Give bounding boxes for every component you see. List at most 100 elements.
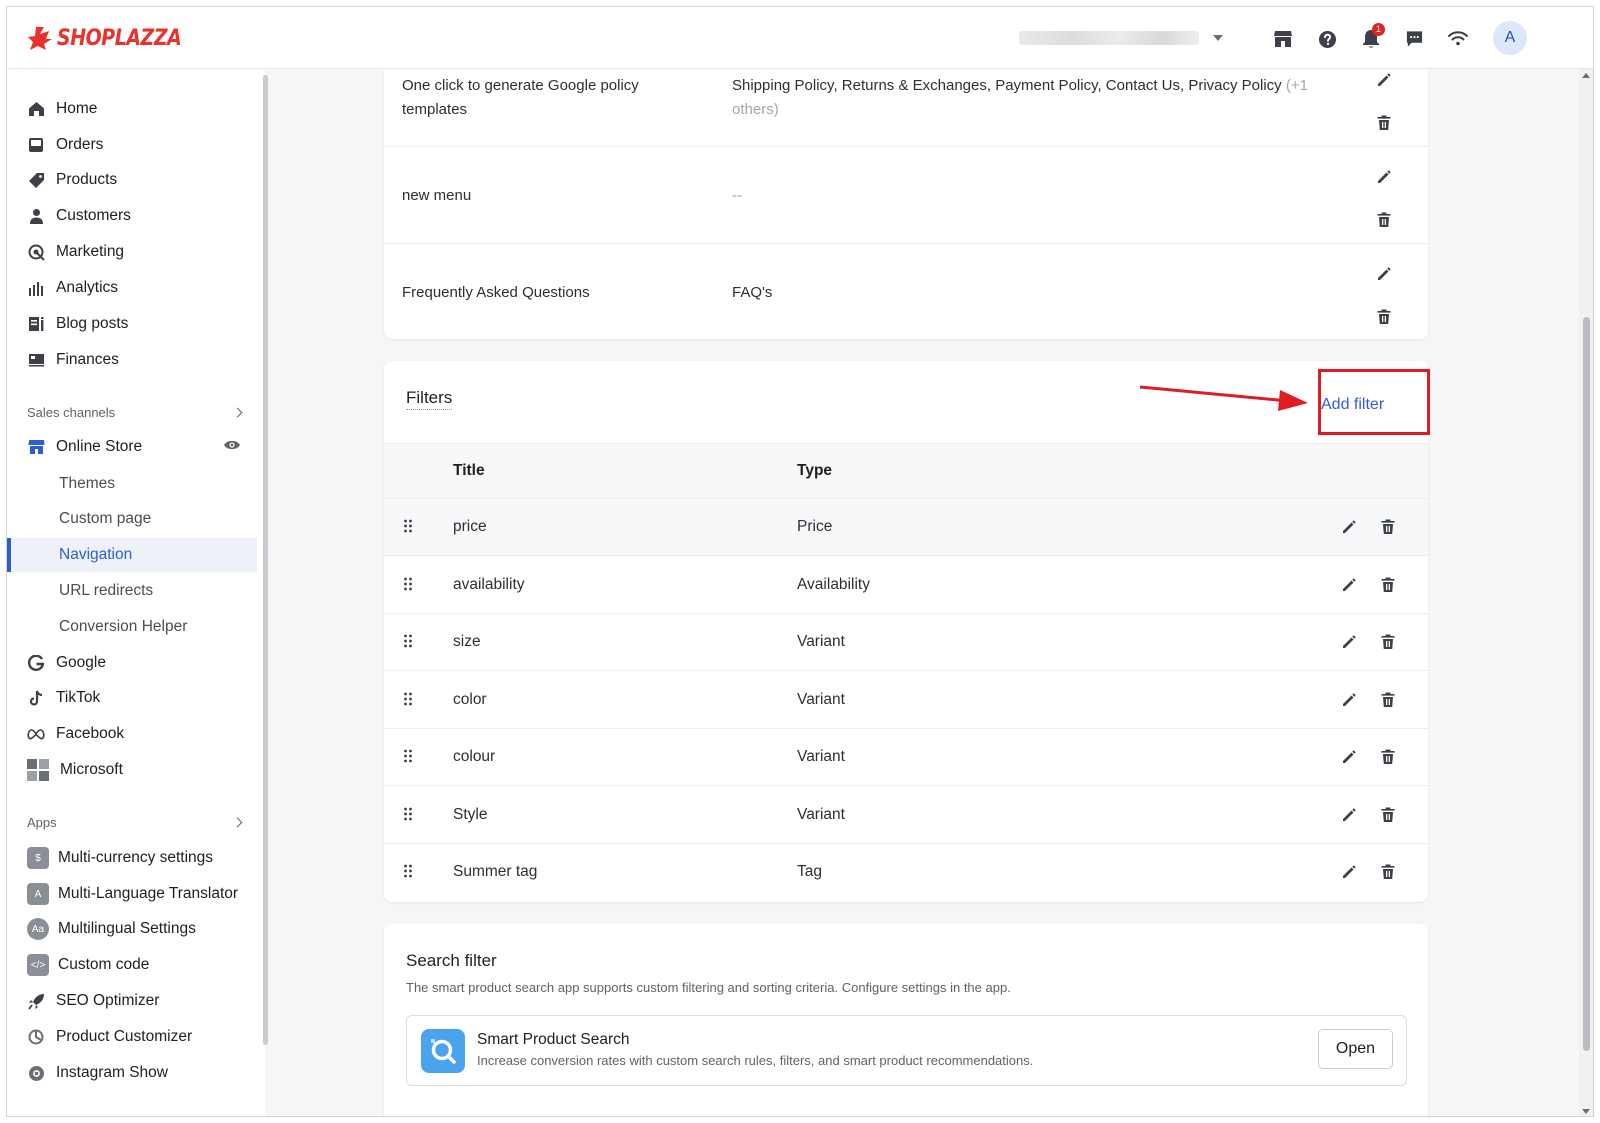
sidebar-app-multilingual[interactable]: Aa Multilingual Settings bbox=[7, 912, 257, 946]
sidebar-item-label: Facebook bbox=[56, 725, 125, 742]
sidebar-item-label: Online Store bbox=[56, 438, 143, 455]
trash-icon[interactable] bbox=[1380, 633, 1396, 655]
store-selector[interactable] bbox=[1019, 30, 1234, 46]
menu-row-actions bbox=[1376, 266, 1392, 330]
menu-row[interactable]: Frequently Asked Questions FAQ's bbox=[384, 244, 1428, 339]
sidebar-item-finances[interactable]: Finances bbox=[7, 343, 257, 377]
edit-icon[interactable] bbox=[1376, 72, 1392, 93]
sales-channels-header[interactable]: Sales channels bbox=[27, 405, 245, 420]
menu-items-list: Shipping Policy, Returns & Exchanges, Pa… bbox=[732, 77, 1282, 94]
chevron-right-icon bbox=[232, 407, 243, 418]
sidebar-item-tiktok[interactable]: TikTok bbox=[7, 681, 257, 715]
filter-row[interactable]: availability Availability bbox=[384, 557, 1428, 614]
sidebar-item-blog-posts[interactable]: Blog posts bbox=[7, 307, 257, 341]
edit-icon[interactable] bbox=[1376, 169, 1392, 190]
drag-handle-icon[interactable] bbox=[403, 577, 415, 593]
menu-row[interactable]: One click to generate Google policy temp… bbox=[384, 69, 1428, 147]
edit-icon[interactable] bbox=[1341, 519, 1357, 540]
sidebar-item-label: Google bbox=[56, 654, 106, 671]
menu-row[interactable]: new menu -- bbox=[384, 147, 1428, 244]
wifi-icon[interactable] bbox=[1447, 28, 1469, 50]
edit-icon[interactable] bbox=[1341, 692, 1357, 713]
filters-table-body: price Price availability Availability size Va… bbox=[384, 499, 1428, 902]
sidebar-app-translator[interactable]: A Multi-Language Translator bbox=[7, 877, 257, 911]
trash-icon[interactable] bbox=[1380, 691, 1396, 713]
sidebar-item-label: Custom code bbox=[58, 956, 150, 973]
apps-header[interactable]: Apps bbox=[27, 815, 245, 830]
shoplazza-logo[interactable]: SHOPLAZZA bbox=[27, 25, 202, 51]
sidebar-item-analytics[interactable]: Analytics bbox=[7, 271, 257, 305]
inbox-icon bbox=[27, 136, 45, 154]
filter-row[interactable]: Style Variant bbox=[384, 787, 1428, 844]
scroll-down-arrow[interactable] bbox=[1582, 1109, 1590, 1114]
sidebar-app-seo-optimizer[interactable]: SEO Optimizer bbox=[7, 984, 257, 1018]
edit-icon[interactable] bbox=[1341, 577, 1357, 598]
sidebar-item-facebook[interactable]: Facebook bbox=[7, 717, 257, 751]
search-filter-card: Search filter The smart product search a… bbox=[384, 924, 1428, 1116]
help-icon[interactable] bbox=[1316, 28, 1338, 50]
trash-icon[interactable] bbox=[1376, 114, 1392, 136]
sidebar-item-home[interactable]: Home bbox=[7, 92, 257, 126]
sidebar-app-product-customizer[interactable]: Product Customizer bbox=[7, 1020, 257, 1054]
store-icon[interactable] bbox=[1272, 28, 1294, 50]
add-filter-button[interactable]: Add filter bbox=[1321, 396, 1384, 414]
trash-icon[interactable] bbox=[1380, 863, 1396, 885]
sidebar-item-marketing[interactable]: Marketing bbox=[7, 235, 257, 269]
main-scrollbar[interactable] bbox=[1579, 69, 1593, 1116]
drag-handle-icon[interactable] bbox=[403, 634, 415, 650]
trash-icon[interactable] bbox=[1376, 211, 1392, 233]
chevron-down-icon bbox=[1213, 35, 1223, 41]
instagram-icon bbox=[27, 1064, 45, 1082]
sidebar-subitem-themes[interactable]: Themes bbox=[7, 467, 257, 501]
trash-icon[interactable] bbox=[1380, 576, 1396, 598]
sidebar-item-google[interactable]: Google bbox=[7, 646, 257, 680]
sidebar-item-label: TikTok bbox=[56, 689, 101, 706]
code-app-icon: </> bbox=[27, 954, 49, 976]
drag-handle-icon[interactable] bbox=[403, 692, 415, 708]
filter-row[interactable]: Summer tag Tag bbox=[384, 844, 1428, 901]
filter-title: color bbox=[453, 690, 487, 708]
bell-icon[interactable]: 1 bbox=[1360, 23, 1385, 50]
sidebar-app-multi-currency[interactable]: $ Multi-currency settings bbox=[7, 841, 257, 875]
translator-app-icon: A bbox=[27, 883, 49, 905]
scroll-up-arrow[interactable] bbox=[1582, 73, 1590, 78]
sidebar-app-instagram-show[interactable]: Instagram Show bbox=[7, 1056, 257, 1090]
drag-handle-icon[interactable] bbox=[403, 864, 415, 880]
sidebar-item-customers[interactable]: Customers bbox=[7, 199, 257, 233]
edit-icon[interactable] bbox=[1341, 807, 1357, 828]
filter-row[interactable]: price Price bbox=[384, 499, 1428, 556]
sidebar-item-orders[interactable]: Orders bbox=[7, 128, 257, 162]
drag-handle-icon[interactable] bbox=[403, 519, 415, 535]
trash-icon[interactable] bbox=[1376, 308, 1392, 330]
scrollbar-thumb[interactable] bbox=[1583, 317, 1590, 1051]
sidebar-item-online-store[interactable]: Online Store bbox=[7, 430, 257, 464]
sidebar-subitem-conversion-helper[interactable]: Conversion Helper bbox=[7, 610, 257, 644]
edit-icon[interactable] bbox=[1341, 634, 1357, 655]
customizer-icon bbox=[27, 1028, 45, 1046]
sidebar-scrollbar[interactable] bbox=[263, 75, 268, 1045]
filter-row[interactable]: color Variant bbox=[384, 672, 1428, 729]
meta-icon bbox=[27, 725, 45, 743]
filter-row[interactable]: colour Variant bbox=[384, 729, 1428, 786]
smart-product-search-app: Smart Product Search Increase conversion… bbox=[406, 1015, 1407, 1086]
eye-icon[interactable] bbox=[223, 438, 241, 456]
open-app-button[interactable]: Open bbox=[1318, 1029, 1393, 1069]
filters-heading[interactable]: Filters bbox=[406, 388, 453, 410]
chat-icon[interactable] bbox=[1403, 28, 1425, 50]
trash-icon[interactable] bbox=[1380, 806, 1396, 828]
sidebar-subitem-url-redirects[interactable]: URL redirects bbox=[7, 574, 257, 608]
drag-handle-icon[interactable] bbox=[403, 749, 415, 765]
sidebar-app-custom-code[interactable]: </> Custom code bbox=[7, 948, 257, 982]
sidebar-item-products[interactable]: Products bbox=[7, 163, 257, 197]
user-avatar[interactable]: A bbox=[1493, 21, 1527, 55]
sidebar-item-microsoft[interactable]: Microsoft bbox=[7, 753, 257, 787]
trash-icon[interactable] bbox=[1380, 748, 1396, 770]
edit-icon[interactable] bbox=[1376, 266, 1392, 287]
edit-icon[interactable] bbox=[1341, 749, 1357, 770]
edit-icon[interactable] bbox=[1341, 864, 1357, 885]
filter-row[interactable]: size Variant bbox=[384, 614, 1428, 671]
sidebar-subitem-custom-page[interactable]: Custom page bbox=[7, 502, 257, 536]
trash-icon[interactable] bbox=[1380, 518, 1396, 540]
drag-handle-icon[interactable] bbox=[403, 807, 415, 823]
sidebar-subitem-navigation[interactable]: Navigation bbox=[7, 538, 257, 572]
